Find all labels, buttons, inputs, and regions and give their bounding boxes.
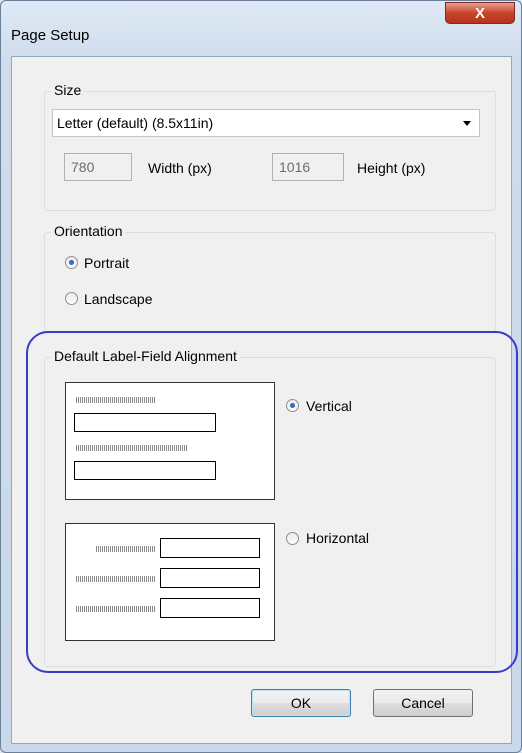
dialog-title: Page Setup (11, 27, 90, 44)
height-label: Height (px) (357, 160, 426, 176)
landscape-radio[interactable] (65, 292, 78, 305)
close-button[interactable]: X (445, 2, 515, 24)
width-input[interactable]: 780 (64, 153, 132, 181)
width-label: Width (px) (148, 160, 212, 176)
dialog-client-area: Size Letter (default) (8.5x11in) 780 Wid… (11, 56, 518, 744)
orientation-group (44, 232, 496, 332)
cancel-button[interactable]: Cancel (373, 689, 473, 717)
size-group-label: Size (51, 82, 85, 98)
alignment-highlight-outline (26, 331, 518, 673)
orientation-group-label: Orientation (51, 223, 126, 239)
page-setup-dialog: Page Setup X Size Letter (default) (8.5x… (0, 0, 522, 753)
portrait-radio[interactable] (65, 256, 78, 269)
landscape-label[interactable]: Landscape (84, 291, 153, 307)
chevron-down-icon (463, 121, 471, 126)
paper-size-value: Letter (default) (8.5x11in) (57, 115, 214, 131)
paper-size-select[interactable]: Letter (default) (8.5x11in) (52, 109, 480, 137)
ok-button[interactable]: OK (251, 689, 351, 717)
height-input[interactable]: 1016 (272, 153, 344, 181)
portrait-label[interactable]: Portrait (84, 255, 129, 271)
